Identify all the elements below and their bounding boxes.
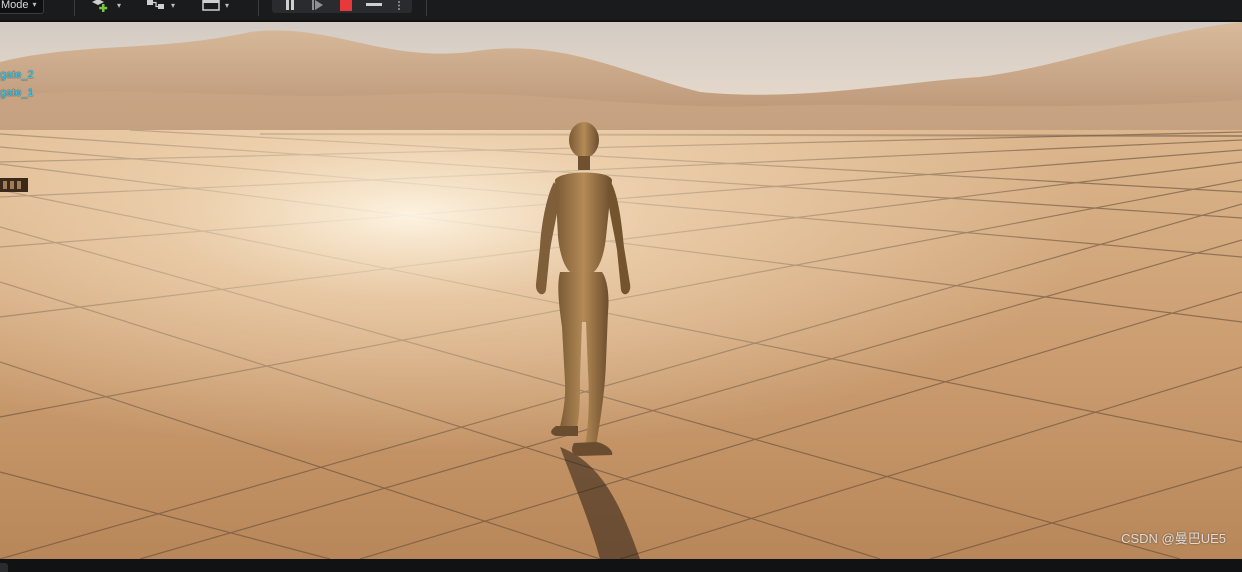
level-viewport[interactable]: gate_2 gate_1 CSDN @曼巴UE5	[0, 22, 1242, 559]
more-options-icon	[398, 1, 400, 10]
skip-frame-button[interactable]	[306, 0, 330, 11]
blueprint-icon	[147, 0, 164, 9]
eject-icon	[366, 3, 382, 6]
skip-frame-icon	[312, 0, 323, 10]
chevron-down-icon: ▾	[225, 0, 230, 10]
viewport-scene	[0, 22, 1242, 559]
add-actor-button[interactable]: ▾	[90, 0, 121, 12]
cinematics-icon	[202, 0, 220, 11]
level-editor-toolbar: Mode ▾ ▾ ▾ ▾	[0, 0, 1242, 20]
mode-label: Mode	[1, 0, 29, 11]
scene-props[interactable]	[0, 178, 28, 192]
mode-selector[interactable]: Mode ▾	[0, 0, 44, 14]
toolbar-divider	[426, 0, 427, 16]
actor-label[interactable]: gate_1	[0, 87, 34, 100]
pause-button[interactable]	[278, 0, 302, 11]
toolbar-divider	[258, 0, 259, 16]
status-bar-handle[interactable]	[0, 563, 8, 572]
add-actor-icon	[92, 0, 108, 12]
pause-icon	[286, 0, 294, 10]
watermark: CSDN @曼巴UE5	[1121, 531, 1226, 546]
play-options-button[interactable]	[390, 0, 408, 11]
actor-label[interactable]: gate_2	[0, 69, 34, 82]
status-bar	[0, 559, 1242, 572]
cinematics-button[interactable]: ▾	[202, 0, 229, 12]
stop-button[interactable]	[334, 0, 358, 11]
chevron-down-icon: ▾	[117, 0, 122, 10]
toolbar-divider	[74, 0, 75, 16]
stop-icon	[340, 0, 352, 11]
chevron-down-icon: ▾	[171, 0, 176, 10]
blueprint-button[interactable]: ▾	[146, 0, 175, 12]
play-controls	[272, 0, 412, 13]
chevron-down-icon: ▾	[32, 0, 37, 9]
eject-button[interactable]	[362, 0, 386, 11]
